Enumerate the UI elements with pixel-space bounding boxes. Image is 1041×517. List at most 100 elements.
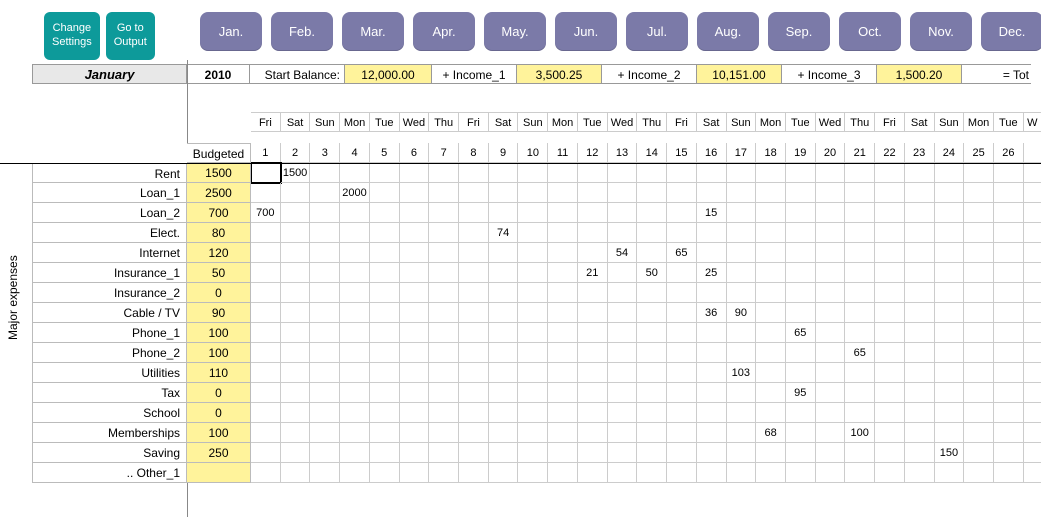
grid-cell[interactable]: [756, 223, 786, 243]
grid-cell[interactable]: [518, 403, 548, 423]
grid-cell[interactable]: [310, 263, 340, 283]
grid-cell[interactable]: [756, 363, 786, 383]
grid-cell[interactable]: [251, 383, 281, 403]
grid-cell[interactable]: [964, 303, 994, 323]
grid-cell[interactable]: [727, 263, 757, 283]
grid-cell[interactable]: [786, 163, 816, 183]
grid-cell[interactable]: [400, 263, 430, 283]
grid-cell[interactable]: [1024, 283, 1041, 303]
grid-cell[interactable]: [905, 303, 935, 323]
grid-cell[interactable]: [370, 163, 400, 183]
grid-cell[interactable]: [994, 183, 1024, 203]
grid-cell[interactable]: 150: [935, 443, 965, 463]
grid-cell[interactable]: [816, 423, 846, 443]
grid-cell[interactable]: [459, 443, 489, 463]
grid-cell[interactable]: [370, 363, 400, 383]
grid-cell[interactable]: [578, 423, 608, 443]
grid-cell[interactable]: [667, 323, 697, 343]
grid-cell[interactable]: [578, 223, 608, 243]
budget-cell[interactable]: 80: [187, 223, 251, 243]
grid-cell[interactable]: [489, 303, 519, 323]
grid-cell[interactable]: [667, 363, 697, 383]
grid-cell[interactable]: [905, 263, 935, 283]
grid-cell[interactable]: [935, 163, 965, 183]
grid-cell[interactable]: [935, 203, 965, 223]
grid-cell[interactable]: 21: [578, 263, 608, 283]
grid-cell[interactable]: [608, 383, 638, 403]
grid-cell[interactable]: [756, 343, 786, 363]
grid-cell[interactable]: [637, 423, 667, 443]
grid-cell[interactable]: [905, 463, 935, 483]
grid-cell[interactable]: [370, 243, 400, 263]
grid-cell[interactable]: [400, 223, 430, 243]
grid-cell[interactable]: [429, 163, 459, 183]
grid-cell[interactable]: [370, 323, 400, 343]
grid-cell[interactable]: [697, 423, 727, 443]
grid-cell[interactable]: [637, 323, 667, 343]
budget-cell[interactable]: 0: [187, 403, 251, 423]
grid-cell[interactable]: [756, 243, 786, 263]
grid-cell[interactable]: [935, 343, 965, 363]
grid-cell[interactable]: [637, 183, 667, 203]
grid-cell[interactable]: [875, 363, 905, 383]
grid-cell[interactable]: [370, 403, 400, 423]
grid-cell[interactable]: [548, 463, 578, 483]
grid-cell[interactable]: [875, 223, 905, 243]
grid-cell[interactable]: [816, 463, 846, 483]
grid-cell[interactable]: [727, 243, 757, 263]
grid-cell[interactable]: [697, 163, 727, 183]
grid-cell[interactable]: [400, 463, 430, 483]
grid-cell[interactable]: [667, 463, 697, 483]
grid-cell[interactable]: [697, 403, 727, 423]
grid-cell[interactable]: [459, 283, 489, 303]
grid-cell[interactable]: [845, 203, 875, 223]
grid-cell[interactable]: 65: [667, 243, 697, 263]
grid-cell[interactable]: 95: [786, 383, 816, 403]
month-button-jan[interactable]: Jan.: [200, 12, 262, 51]
grid-cell[interactable]: [786, 463, 816, 483]
grid-cell[interactable]: [281, 223, 311, 243]
grid-cell[interactable]: [548, 223, 578, 243]
grid-cell[interactable]: [370, 343, 400, 363]
budget-cell[interactable]: 100: [187, 323, 251, 343]
grid-cell[interactable]: [340, 263, 370, 283]
budget-cell[interactable]: 120: [187, 243, 251, 263]
grid-cell[interactable]: [548, 283, 578, 303]
grid-cell[interactable]: [251, 283, 281, 303]
grid-cell[interactable]: [310, 443, 340, 463]
grid-cell[interactable]: [548, 423, 578, 443]
grid-cell[interactable]: [459, 243, 489, 263]
grid-cell[interactable]: [489, 283, 519, 303]
grid-cell[interactable]: [489, 263, 519, 283]
grid-cell[interactable]: [816, 443, 846, 463]
grid-cell[interactable]: [756, 383, 786, 403]
budget-cell[interactable]: 50: [187, 263, 251, 283]
grid-cell[interactable]: [518, 243, 548, 263]
grid-cell[interactable]: [1024, 223, 1041, 243]
grid-cell[interactable]: [786, 343, 816, 363]
grid-cell[interactable]: [578, 303, 608, 323]
grid-cell[interactable]: [608, 343, 638, 363]
grid-cell[interactable]: [935, 223, 965, 243]
grid-cell[interactable]: [518, 423, 548, 443]
grid-cell[interactable]: [429, 463, 459, 483]
grid-cell[interactable]: [845, 383, 875, 403]
grid-cell[interactable]: [281, 443, 311, 463]
grid-cell[interactable]: [251, 423, 281, 443]
month-button-jun[interactable]: Jun.: [555, 12, 617, 51]
grid-cell[interactable]: [875, 403, 905, 423]
grid-cell[interactable]: [518, 283, 548, 303]
grid-cell[interactable]: [994, 323, 1024, 343]
grid-cell[interactable]: [875, 323, 905, 343]
grid-cell[interactable]: [310, 323, 340, 343]
grid-cell[interactable]: [875, 283, 905, 303]
grid-cell[interactable]: [816, 403, 846, 423]
grid-cell[interactable]: [578, 183, 608, 203]
grid-cell[interactable]: [816, 243, 846, 263]
grid-cell[interactable]: [251, 183, 281, 203]
grid-cell[interactable]: [994, 383, 1024, 403]
grid-cell[interactable]: [608, 283, 638, 303]
grid-cell[interactable]: [875, 343, 905, 363]
grid-cell[interactable]: [756, 263, 786, 283]
grid-cell[interactable]: [816, 383, 846, 403]
